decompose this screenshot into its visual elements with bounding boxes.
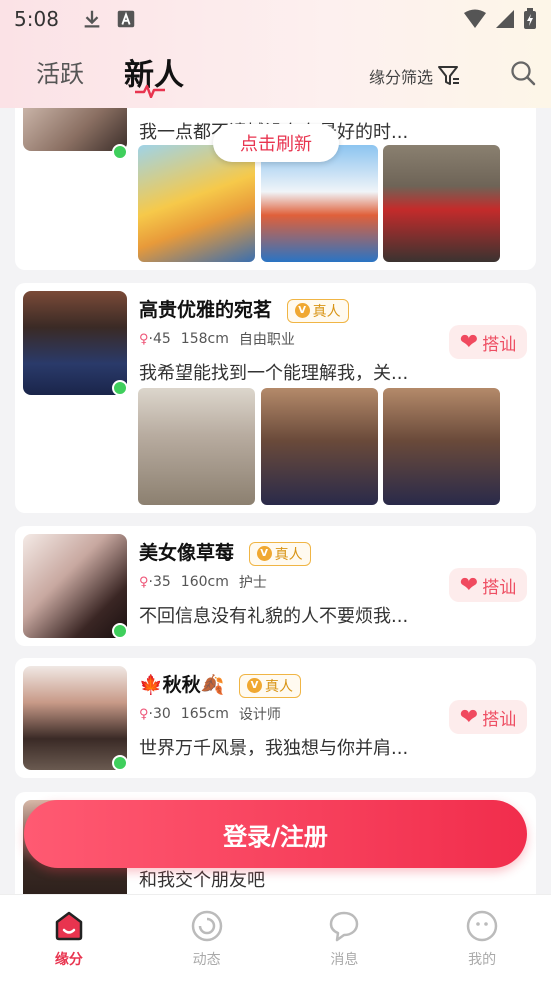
verified-badge: V 真人 [238,673,301,698]
chat-button[interactable]: ❤ 搭讪 [449,700,527,734]
female-icon: ♀ [139,332,149,347]
user-bio: 和我交个朋友吧 [139,870,265,891]
status-bar: 5:08 [0,0,551,38]
filter-icon [438,66,460,85]
nav-messages[interactable]: 消息 [276,895,414,982]
user-meta: ♀·35 160cm 护士 [139,574,267,591]
profile-face-icon [466,910,498,941]
user-bio: 我希望能找到一个能理解我，关... [139,363,409,384]
nav-moments[interactable]: 动态 [138,895,276,982]
user-card[interactable]: 高贵优雅的宛茗 V 真人 ♀·45 158cm 自由职业 我希望能找到一个能理解我… [15,283,536,513]
verified-icon: V [246,678,262,693]
user-photo[interactable] [138,145,255,262]
chat-button[interactable]: ❤ 搭讪 [449,568,527,602]
heart-icon: ❤ [459,704,479,730]
search-icon[interactable] [510,60,536,86]
heart-icon: ❤ [459,329,479,355]
login-register-button[interactable]: 登录/注册 [24,800,527,868]
heartbeat-underline-icon [135,84,165,98]
user-avatar[interactable] [23,534,127,638]
signal-icon [496,10,514,28]
download-icon [84,10,100,28]
user-name: 🍁秋秋🍂 V 真人 [139,670,301,698]
verified-badge: V 真人 [286,298,349,323]
user-avatar[interactable] [23,666,127,770]
app-a-icon [117,10,135,28]
status-time: 5:08 [14,7,59,31]
user-photo[interactable] [261,388,378,505]
online-indicator [112,144,128,160]
chat-button[interactable]: ❤ 搭讪 [449,325,527,359]
bottom-nav: 缘分 动态 消息 我的 [0,894,551,982]
verified-icon: V [256,546,272,561]
message-icon [330,911,359,941]
verified-icon: V [294,303,310,318]
online-indicator [112,623,128,639]
user-photo[interactable] [261,145,378,262]
tab-active[interactable]: 活跃 [36,54,84,89]
female-icon: ♀ [139,575,149,590]
female-icon: ♀ [139,707,149,722]
battery-icon [524,8,536,29]
fate-home-icon [55,911,83,940]
moments-icon [191,910,222,941]
user-photo[interactable] [383,388,500,505]
wifi-icon [464,9,486,28]
heart-icon: ❤ [459,572,479,598]
user-meta: ♀·45 158cm 自由职业 [139,331,295,348]
verified-badge: V 真人 [248,541,311,566]
user-photo[interactable] [138,388,255,505]
filter-button[interactable]: 缘分筛选 [369,64,461,88]
user-card[interactable]: 美女像草莓 V 真人 ♀·35 160cm 护士 不回信息没有礼貌的人不要烦我..… [15,526,536,646]
nav-me[interactable]: 我的 [413,895,551,982]
user-name: 美女像草莓 V 真人 [139,538,311,566]
nav-fate[interactable]: 缘分 [0,895,138,982]
user-list[interactable]: 我一点都不遗憾没有在最好的时... 高贵优雅的宛茗 V真人 ♀·45 158cm… [0,108,551,894]
user-card[interactable]: 🍁秋秋🍂 V 真人 ♀·30 165cm 设计师 世界万千风景，我独想与你并肩..… [15,658,536,778]
header: 活跃 新人 缘分筛选 [0,38,551,108]
user-photo[interactable] [383,145,500,262]
online-indicator [112,380,128,396]
online-indicator [112,755,128,771]
user-bio: 不回信息没有礼貌的人不要烦我... [139,606,409,627]
refresh-button[interactable]: 点击刷新 [213,124,339,162]
user-bio: 世界万千风景，我独想与你并肩... [139,738,409,759]
user-meta: ♀·30 165cm 设计师 [139,706,281,723]
user-name: 高贵优雅的宛茗 V 真人 [139,295,349,323]
filter-label: 缘分筛选 [369,68,434,87]
user-avatar[interactable] [23,108,127,151]
user-avatar[interactable] [23,291,127,395]
